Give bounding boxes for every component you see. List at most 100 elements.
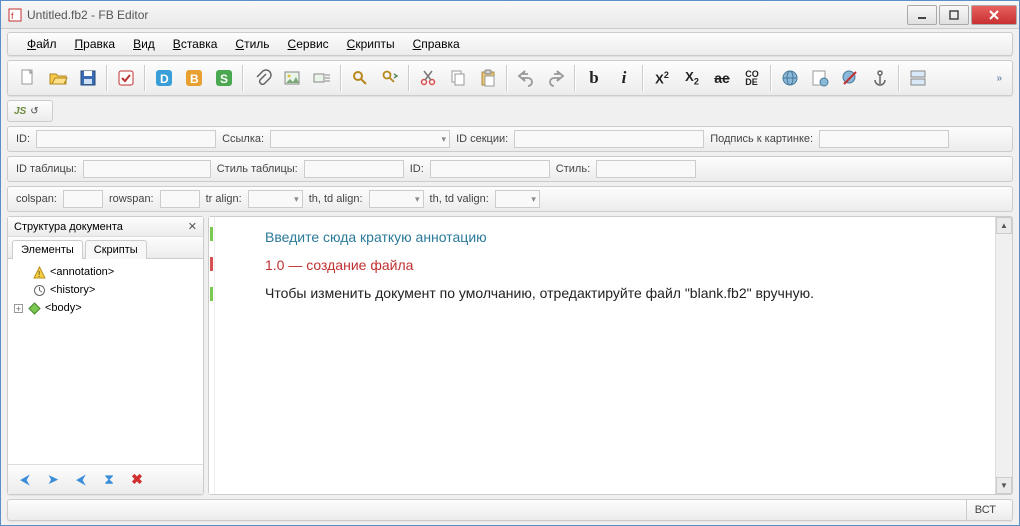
- paste-icon[interactable]: [474, 64, 502, 92]
- refresh-icon[interactable]: ↺: [30, 106, 38, 117]
- warning-icon: !: [32, 265, 46, 279]
- cell-id-input[interactable]: [430, 160, 550, 178]
- app-icon: f: [7, 7, 23, 23]
- editor-content[interactable]: Введите сюда краткую аннотацию 1.0 — соз…: [215, 217, 995, 494]
- anchor-icon[interactable]: [866, 64, 894, 92]
- cell-id-label: ID:: [410, 163, 424, 175]
- table-style-input[interactable]: [304, 160, 404, 178]
- menu-insert[interactable]: Вставка: [164, 34, 227, 54]
- tree-item-body[interactable]: + <body>: [14, 299, 197, 317]
- find-replace-icon[interactable]: [376, 64, 404, 92]
- fields-row-2: ID таблицы: Стиль таблицы: ID: Стиль:: [7, 156, 1013, 182]
- find-icon[interactable]: [346, 64, 374, 92]
- menu-style[interactable]: Стиль: [226, 34, 278, 54]
- tr-align-combo[interactable]: [248, 190, 303, 208]
- side-panel-title: Структура документа: [14, 221, 123, 233]
- colspan-input[interactable]: [63, 190, 103, 208]
- delete-icon[interactable]: ✖: [126, 470, 148, 490]
- menu-help[interactable]: Справка: [404, 34, 469, 54]
- app-window: f Untitled.fb2 - FB Editor Файл Правка В…: [0, 0, 1020, 526]
- section-icon[interactable]: [904, 64, 932, 92]
- fields-row-1: ID: Ссылка: ID секции: Подпись к картинк…: [7, 126, 1013, 152]
- side-panel-close-icon[interactable]: ✕: [188, 220, 197, 233]
- copy-icon[interactable]: [444, 64, 472, 92]
- open-file-icon[interactable]: [44, 64, 72, 92]
- mode-d-icon[interactable]: D: [150, 64, 178, 92]
- thtd-valign-label: th, td valign:: [430, 193, 489, 205]
- link-combo[interactable]: [270, 130, 450, 148]
- rowspan-input[interactable]: [160, 190, 200, 208]
- thtd-align-combo[interactable]: [369, 190, 424, 208]
- scroll-up-icon[interactable]: ▲: [996, 217, 1012, 234]
- menu-tools[interactable]: Сервис: [279, 34, 338, 54]
- section-id-input[interactable]: [514, 130, 704, 148]
- link-icon[interactable]: [776, 64, 804, 92]
- strikethrough-icon[interactable]: ae: [708, 64, 736, 92]
- minimize-button[interactable]: [907, 5, 937, 25]
- cell-style-input[interactable]: [596, 160, 696, 178]
- cut-icon[interactable]: [414, 64, 442, 92]
- close-button[interactable]: [971, 5, 1017, 25]
- unlink-icon[interactable]: [836, 64, 864, 92]
- cell-style-label: Стиль:: [556, 163, 590, 175]
- main-toolbar: D B S b i X2 X2 ae CODE »: [7, 60, 1013, 96]
- redo-icon[interactable]: [542, 64, 570, 92]
- expand-toggle[interactable]: +: [14, 304, 23, 313]
- tree-item-history[interactable]: <history>: [14, 281, 197, 299]
- editor-pane: Введите сюда краткую аннотацию 1.0 — соз…: [208, 216, 1013, 495]
- note-link-icon[interactable]: [806, 64, 834, 92]
- validate-icon[interactable]: [112, 64, 140, 92]
- table-id-label: ID таблицы:: [16, 163, 77, 175]
- code-icon[interactable]: CODE: [738, 64, 766, 92]
- scripts-toolbar: JS ↺: [7, 100, 53, 122]
- svg-text:B: B: [190, 72, 199, 86]
- italic-icon[interactable]: i: [610, 64, 638, 92]
- menu-view[interactable]: Вид: [124, 34, 164, 54]
- menu-scripts[interactable]: Скрипты: [338, 34, 404, 54]
- colspan-label: colspan:: [16, 193, 57, 205]
- nav-first-icon[interactable]: ⮜: [14, 470, 36, 490]
- svg-text:!: !: [38, 270, 40, 279]
- table-id-input[interactable]: [83, 160, 211, 178]
- nav-next-icon[interactable]: ➤: [42, 470, 64, 490]
- menu-edit[interactable]: Правка: [66, 34, 125, 54]
- js-label: JS: [14, 106, 26, 117]
- tab-scripts[interactable]: Скрипты: [85, 240, 147, 259]
- image-icon[interactable]: [278, 64, 306, 92]
- new-file-icon[interactable]: [14, 64, 42, 92]
- id-label: ID:: [16, 133, 30, 145]
- superscript-icon[interactable]: X2: [648, 64, 676, 92]
- bold-icon[interactable]: b: [580, 64, 608, 92]
- caption-input[interactable]: [819, 130, 949, 148]
- nav-prev-icon[interactable]: ⮜: [70, 470, 92, 490]
- mode-b-icon[interactable]: B: [180, 64, 208, 92]
- rowspan-label: rowspan:: [109, 193, 154, 205]
- version-text: 1.0 — создание файла: [265, 257, 965, 273]
- body-icon: [27, 301, 41, 315]
- window-title: Untitled.fb2 - FB Editor: [27, 8, 905, 22]
- menu-file[interactable]: Файл: [18, 34, 66, 54]
- thtd-valign-combo[interactable]: [495, 190, 540, 208]
- title-bar: f Untitled.fb2 - FB Editor: [1, 1, 1019, 29]
- id-input[interactable]: [36, 130, 216, 148]
- scroll-down-icon[interactable]: ▼: [996, 477, 1012, 494]
- thtd-align-label: th, td align:: [309, 193, 363, 205]
- tr-align-label: tr align:: [206, 193, 242, 205]
- tree-item-annotation[interactable]: ! <annotation>: [14, 263, 197, 281]
- subscript-icon[interactable]: X2: [678, 64, 706, 92]
- hourglass-icon[interactable]: ⧗: [98, 470, 120, 490]
- tab-elements[interactable]: Элементы: [12, 240, 83, 259]
- save-file-icon[interactable]: [74, 64, 102, 92]
- fields-row-3: colspan: rowspan: tr align: th, td align…: [7, 186, 1013, 212]
- image-inline-icon[interactable]: [308, 64, 336, 92]
- maximize-button[interactable]: [939, 5, 969, 25]
- svg-text:S: S: [220, 72, 228, 86]
- section-id-label: ID секции:: [456, 133, 508, 145]
- undo-icon[interactable]: [512, 64, 540, 92]
- mode-s-icon[interactable]: S: [210, 64, 238, 92]
- toolbar-overflow-icon[interactable]: »: [996, 73, 1006, 84]
- link-label: Ссылка:: [222, 133, 264, 145]
- attach-icon[interactable]: [248, 64, 276, 92]
- vertical-scrollbar[interactable]: ▲ ▼: [995, 217, 1012, 494]
- caption-label: Подпись к картинке:: [710, 133, 813, 145]
